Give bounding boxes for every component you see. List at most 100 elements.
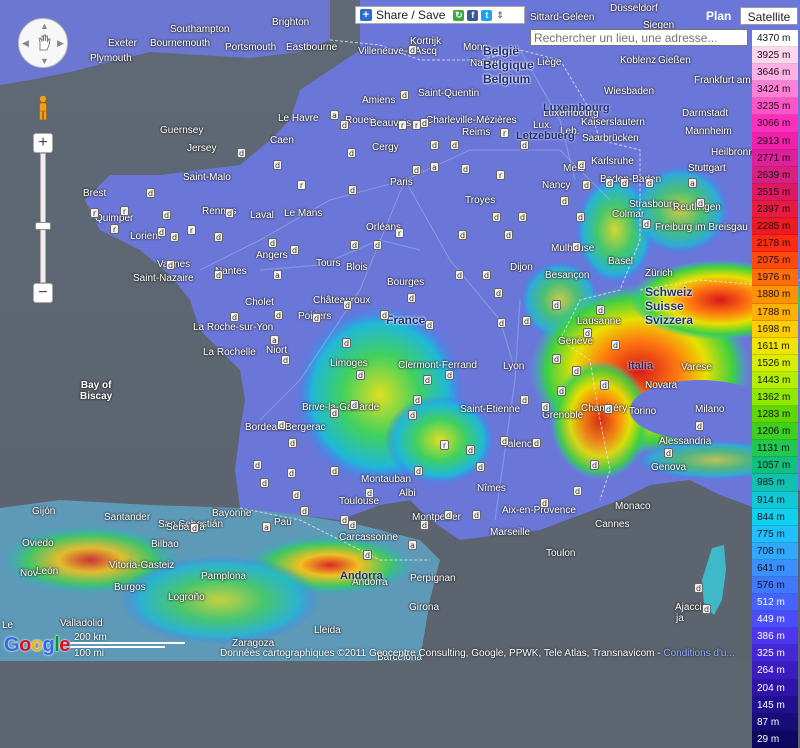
share-save-bar[interactable]: + Share / Save ↻ f t ⇕ xyxy=(355,6,525,24)
map-marker[interactable]: d xyxy=(400,90,409,100)
map-type-satellite-button[interactable]: Satellite xyxy=(740,7,798,25)
map-marker[interactable]: d xyxy=(600,380,609,390)
map-marker[interactable]: d xyxy=(461,164,470,174)
map-marker[interactable]: d xyxy=(225,208,234,218)
map-marker[interactable]: d xyxy=(466,445,475,455)
map-marker[interactable]: d xyxy=(522,316,531,326)
map-marker[interactable]: d xyxy=(343,300,352,310)
map-marker[interactable]: d xyxy=(500,436,509,446)
map-marker[interactable]: r xyxy=(120,206,129,216)
map-marker[interactable]: d xyxy=(214,270,223,280)
map-marker[interactable]: d xyxy=(166,260,175,270)
map-marker[interactable]: d xyxy=(420,520,429,530)
map-marker[interactable]: r xyxy=(90,208,99,218)
map-marker[interactable]: r xyxy=(297,180,306,190)
map-marker[interactable]: d xyxy=(356,370,365,380)
chevron-down-icon[interactable]: ⇕ xyxy=(496,10,504,21)
map-marker[interactable]: d xyxy=(330,466,339,476)
zoom-in-button[interactable]: + xyxy=(33,133,53,153)
pan-control[interactable]: ▲ ▼ ◀ ▶ xyxy=(18,18,68,68)
zoom-slider-track[interactable] xyxy=(40,153,46,283)
map-marker[interactable]: d xyxy=(277,420,286,430)
map-marker[interactable]: d xyxy=(373,240,382,250)
chevron-up-icon[interactable]: ▲ xyxy=(40,21,49,31)
map-marker[interactable]: d xyxy=(541,402,550,412)
map-marker[interactable]: d xyxy=(363,550,372,560)
map-marker[interactable]: d xyxy=(380,310,389,320)
map-marker[interactable]: r xyxy=(496,170,505,180)
map-marker[interactable]: d xyxy=(330,408,339,418)
map-marker[interactable]: d xyxy=(300,506,309,516)
map-marker[interactable]: d xyxy=(611,340,620,350)
map-marker[interactable]: d xyxy=(532,438,541,448)
google-logo[interactable]: Google xyxy=(4,634,70,657)
map-marker[interactable]: d xyxy=(557,386,566,396)
map-marker[interactable]: r xyxy=(440,440,449,450)
map-marker[interactable]: d xyxy=(482,270,491,280)
map-marker[interactable]: d xyxy=(214,232,223,242)
map-marker[interactable]: d xyxy=(348,520,357,530)
map-marker[interactable]: a xyxy=(430,162,439,172)
map-marker[interactable]: d xyxy=(476,462,485,472)
map-type-plan-button[interactable]: Plan xyxy=(706,7,731,25)
map-marker[interactable]: d xyxy=(520,140,529,150)
map-marker[interactable]: r xyxy=(110,224,119,234)
map-marker[interactable]: a xyxy=(408,540,417,550)
map-marker[interactable]: d xyxy=(423,375,432,385)
map-marker[interactable]: d xyxy=(281,355,290,365)
map-marker[interactable]: d xyxy=(573,486,582,496)
map-marker[interactable]: d xyxy=(552,300,561,310)
search-input[interactable] xyxy=(530,29,748,46)
map-marker[interactable]: d xyxy=(237,148,246,158)
map-marker[interactable]: d xyxy=(170,232,179,242)
map-canvas[interactable]: Brighton Southampton Bournemouth Portsmouth… xyxy=(0,0,800,661)
map-marker[interactable]: d xyxy=(604,404,613,414)
map-marker[interactable]: r xyxy=(398,120,407,130)
map-marker[interactable]: d xyxy=(552,354,561,364)
map-marker[interactable]: d xyxy=(696,198,705,208)
map-marker[interactable]: d xyxy=(348,185,357,195)
map-marker[interactable]: a xyxy=(273,270,282,280)
map-marker[interactable]: d xyxy=(455,270,464,280)
map-marker[interactable]: d xyxy=(694,583,703,593)
map-marker[interactable]: d xyxy=(347,148,356,158)
map-marker[interactable]: d xyxy=(412,165,421,175)
map-marker[interactable]: d xyxy=(492,212,501,222)
map-marker[interactable]: d xyxy=(407,293,416,303)
chevron-down-icon[interactable]: ▼ xyxy=(40,56,49,66)
map-marker[interactable]: d xyxy=(645,178,654,188)
map-marker[interactable]: d xyxy=(664,448,673,458)
map-marker[interactable]: d xyxy=(350,240,359,250)
map-marker[interactable]: d xyxy=(520,395,529,405)
map-marker[interactable]: d xyxy=(274,310,283,320)
zoom-slider-handle[interactable] xyxy=(35,222,51,230)
map-marker[interactable]: d xyxy=(312,313,321,323)
map-marker[interactable]: d xyxy=(497,318,506,328)
map-marker[interactable]: a xyxy=(688,178,697,188)
map-marker[interactable]: a xyxy=(270,335,279,345)
map-marker[interactable]: d xyxy=(518,212,527,222)
map-marker[interactable]: d xyxy=(458,230,467,240)
map-marker[interactable]: d xyxy=(577,160,586,170)
map-marker[interactable]: d xyxy=(414,466,423,476)
map-marker[interactable]: d xyxy=(425,320,434,330)
chevron-left-icon[interactable]: ◀ xyxy=(22,38,29,49)
map-marker[interactable]: d xyxy=(157,227,166,237)
pegman-icon[interactable] xyxy=(36,95,50,121)
map-marker[interactable]: d xyxy=(350,400,359,410)
facebook-icon[interactable]: f xyxy=(467,9,479,21)
map-marker[interactable]: a xyxy=(330,110,339,120)
map-marker[interactable]: d xyxy=(583,328,592,338)
map-marker[interactable]: d xyxy=(596,305,605,315)
map-marker[interactable]: d xyxy=(273,160,282,170)
chevron-right-icon[interactable]: ▶ xyxy=(57,38,64,49)
map-marker[interactable]: d xyxy=(472,510,481,520)
map-marker[interactable]: d xyxy=(576,212,585,222)
map-marker[interactable]: d xyxy=(146,188,155,198)
map-marker[interactable]: d xyxy=(605,178,614,188)
map-marker[interactable]: d xyxy=(365,488,374,498)
map-marker[interactable]: d xyxy=(260,478,269,488)
map-marker[interactable]: d xyxy=(450,140,459,150)
map-marker[interactable]: d xyxy=(408,410,417,420)
map-marker[interactable]: d xyxy=(445,370,454,380)
